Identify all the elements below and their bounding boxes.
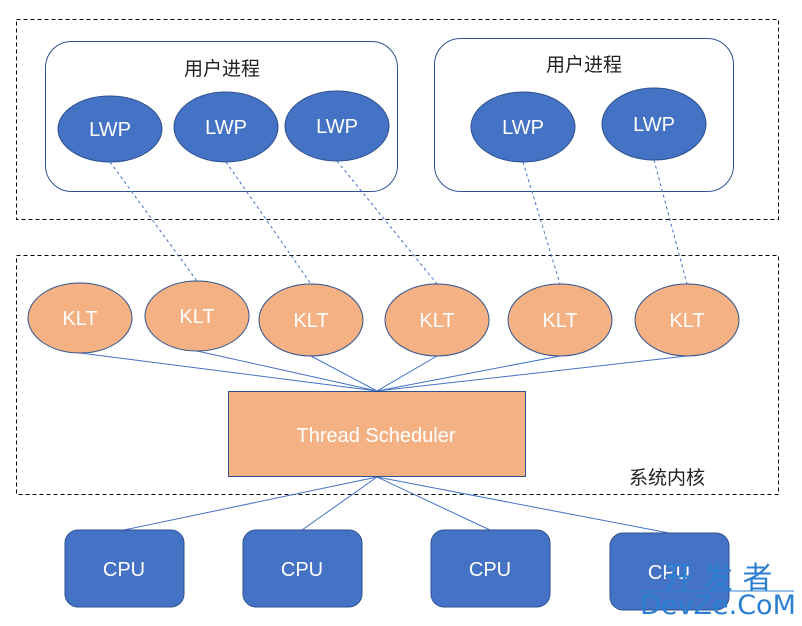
lwp-node: LWP	[57, 95, 163, 163]
thread-model-diagram: 用户进程 用户进程 LWP LWP LWP LWP LWP KLT KLT KL…	[16, 19, 796, 621]
cpu-label: CPU	[281, 559, 323, 581]
lwp-node: LWP	[173, 91, 279, 163]
cpu-node: CPU	[64, 529, 185, 608]
klt-node: KLT	[507, 283, 613, 357]
thread-scheduler-label: Thread Scheduler	[297, 425, 456, 447]
scheduler-cpu-line	[376, 476, 491, 531]
lwp-label: LWP	[316, 116, 358, 138]
cpu-label: CPU	[103, 559, 145, 581]
klt-node: KLT	[144, 280, 250, 352]
klt-node: KLT	[634, 283, 740, 357]
cpu-node: CPU	[430, 529, 551, 608]
klt-label: KLT	[293, 310, 328, 332]
user-process-title-2: 用户进程	[546, 54, 622, 76]
cpu-node: CPU	[242, 529, 363, 608]
lwp-label: LWP	[89, 119, 131, 141]
cpu-label: CPU	[469, 559, 511, 581]
watermark-en: DevZe.CoM	[640, 590, 796, 621]
klt-node: KLT	[258, 283, 364, 357]
klt-scheduler-line	[79, 352, 378, 392]
klt-node: KLT	[27, 282, 133, 354]
lwp-node: LWP	[284, 90, 390, 162]
lwp-label: LWP	[502, 117, 544, 139]
thread-scheduler: Thread Scheduler	[228, 391, 526, 477]
klt-label: KLT	[542, 310, 577, 332]
user-process-title-1: 用户进程	[184, 58, 260, 80]
klt-node: KLT	[384, 283, 490, 357]
kernel-label: 系统内核	[629, 467, 705, 489]
klt-label: KLT	[419, 310, 454, 332]
klt-label: KLT	[669, 310, 704, 332]
klt-label: KLT	[179, 306, 214, 328]
lwp-label: LWP	[205, 117, 247, 139]
watermark: 开 发 者 DevZe.CoM	[640, 561, 796, 621]
scheduler-cpu-line	[376, 476, 670, 534]
klt-scheduler-line	[310, 355, 378, 392]
lwp-node: LWP	[601, 87, 707, 161]
klt-label: KLT	[62, 308, 97, 330]
lwp-node: LWP	[470, 91, 576, 163]
lwp-label: LWP	[633, 114, 675, 136]
